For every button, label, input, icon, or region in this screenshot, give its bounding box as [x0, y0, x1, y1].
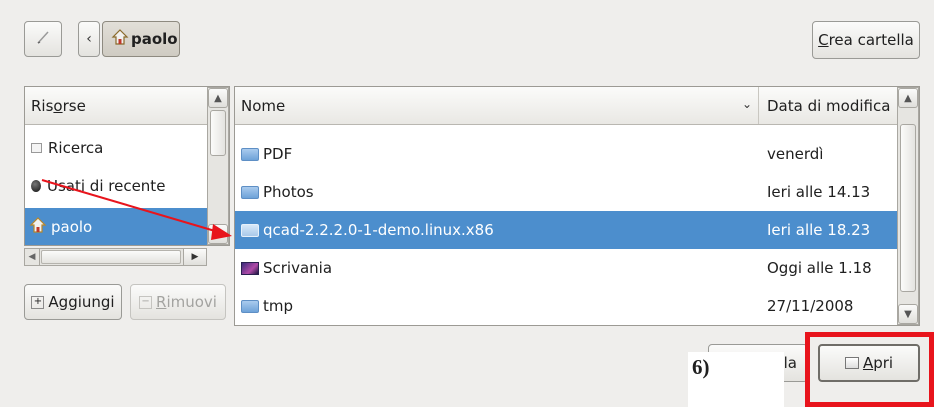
- arrow-up-icon: ▲: [904, 92, 912, 104]
- folder-icon: [241, 299, 259, 313]
- places-panel: Risorse Ricerca Usati di recente paolo ▲…: [24, 86, 230, 246]
- scroll-thumb[interactable]: [900, 124, 916, 292]
- sort-chevron-icon: ⌄: [741, 97, 752, 111]
- scroll-thumb[interactable]: [210, 110, 226, 156]
- scroll-up-button[interactable]: ▲: [898, 88, 918, 108]
- places-item-label: Ricerca: [48, 139, 104, 157]
- scroll-right-button[interactable]: ▶: [183, 249, 206, 265]
- step-label: 6): [692, 355, 710, 379]
- column-modified-label: Data di modifica: [767, 96, 891, 115]
- column-modified-header[interactable]: Data di modifica: [761, 87, 899, 124]
- path-back-button[interactable]: ‹: [78, 21, 100, 57]
- remove-bookmark-button[interactable]: − Rimuovi: [130, 284, 226, 320]
- file-modified: Ieri alle 14.13: [767, 183, 871, 201]
- file-name: Scrivania: [263, 259, 333, 277]
- add-bookmark-label: Aggiungi: [48, 293, 115, 311]
- file-name-cell: Scrivania: [241, 259, 332, 277]
- file-modified: Oggi alle 1.18: [767, 259, 872, 277]
- folder-icon: [241, 185, 259, 199]
- add-bookmark-button[interactable]: + Aggiungi: [24, 284, 122, 320]
- places-item-label: Usati di recente: [47, 177, 166, 195]
- arrow-left-icon: ◀: [28, 252, 36, 262]
- file-modified: venerdì: [767, 145, 824, 163]
- places-item-home[interactable]: paolo: [25, 208, 207, 245]
- folder-icon: [241, 223, 259, 237]
- file-name: tmp: [263, 297, 294, 315]
- file-name: qcad-2.2.2.0-1-demo.linux.x86: [263, 221, 494, 239]
- highlight-box: [805, 332, 934, 407]
- scroll-left-button[interactable]: ◀: [25, 249, 40, 265]
- places-header[interactable]: Risorse: [25, 87, 208, 125]
- places-horizontal-scrollbar[interactable]: ◀ ▶: [24, 248, 207, 266]
- file-modified: Ieri alle 18.23: [767, 221, 871, 239]
- file-row-selected[interactable]: qcad-2.2.2.0-1-demo.linux.x86 Ieri alle …: [235, 211, 897, 249]
- file-row[interactable]: Scrivania Oggi alle 1.18: [235, 249, 897, 287]
- plus-icon: +: [31, 295, 45, 309]
- file-row[interactable]: tmp 27/11/2008: [235, 287, 897, 325]
- places-item-label: paolo: [51, 218, 93, 236]
- remove-bookmark-label: Rimuovi: [156, 293, 217, 311]
- places-vertical-scrollbar[interactable]: ▲ ▼: [207, 87, 229, 245]
- scroll-up-button[interactable]: ▲: [208, 88, 228, 108]
- step-label-box: 6): [688, 352, 784, 407]
- arrow-down-icon: ▼: [904, 308, 912, 320]
- chevron-left-icon: ‹: [86, 31, 92, 47]
- create-folder-label: Crea cartella: [818, 31, 914, 49]
- file-name: Photos: [263, 183, 314, 201]
- file-name-cell: Photos: [241, 183, 314, 201]
- file-row[interactable]: PDF venerdì: [235, 135, 897, 173]
- path-button-home[interactable]: paolo: [102, 21, 180, 57]
- home-icon: [29, 216, 47, 238]
- file-chooser-dialog: ‹ paolo Crea cartella Risorse Ricerca Us…: [0, 0, 934, 407]
- horizontal-scroll-thumb[interactable]: [41, 250, 181, 264]
- column-name-header[interactable]: Nome ⌄: [235, 87, 759, 124]
- location-toggle-button[interactable]: [24, 21, 62, 57]
- column-name-label: Nome: [241, 96, 286, 115]
- scroll-down-button[interactable]: ▼: [208, 224, 228, 244]
- minus-icon: −: [139, 295, 153, 309]
- file-modified: 27/11/2008: [767, 297, 854, 315]
- file-list-panel: Nome ⌄ Data di modifica PDF venerdì Phot…: [234, 86, 920, 326]
- recent-icon: [31, 180, 41, 192]
- cancel-label: la: [783, 354, 797, 372]
- search-icon: [31, 143, 42, 153]
- arrow-right-icon: ▶: [191, 252, 199, 262]
- home-icon: [111, 28, 129, 50]
- create-folder-button[interactable]: Crea cartella: [812, 21, 920, 59]
- arrow-up-icon: ▲: [214, 92, 222, 104]
- file-list-header: Nome ⌄ Data di modifica: [235, 87, 899, 125]
- scroll-down-button[interactable]: ▼: [898, 304, 918, 324]
- path-button-label: paolo: [131, 30, 178, 48]
- file-name-cell: tmp: [241, 297, 293, 315]
- pencil-icon: [34, 28, 52, 50]
- places-header-label: Risorse: [31, 96, 86, 115]
- places-item-recent[interactable]: Usati di recente: [25, 167, 207, 205]
- file-name-cell: qcad-2.2.2.0-1-demo.linux.x86: [241, 221, 494, 239]
- file-name-cell: PDF: [241, 145, 292, 163]
- desktop-icon: [241, 261, 259, 275]
- file-row[interactable]: Photos Ieri alle 14.13: [235, 173, 897, 211]
- places-item-search[interactable]: Ricerca: [25, 129, 207, 167]
- file-list-vertical-scrollbar[interactable]: ▲ ▼: [897, 87, 919, 325]
- arrow-down-icon: ▼: [214, 228, 222, 240]
- file-name: PDF: [263, 145, 293, 163]
- folder-icon: [241, 147, 259, 161]
